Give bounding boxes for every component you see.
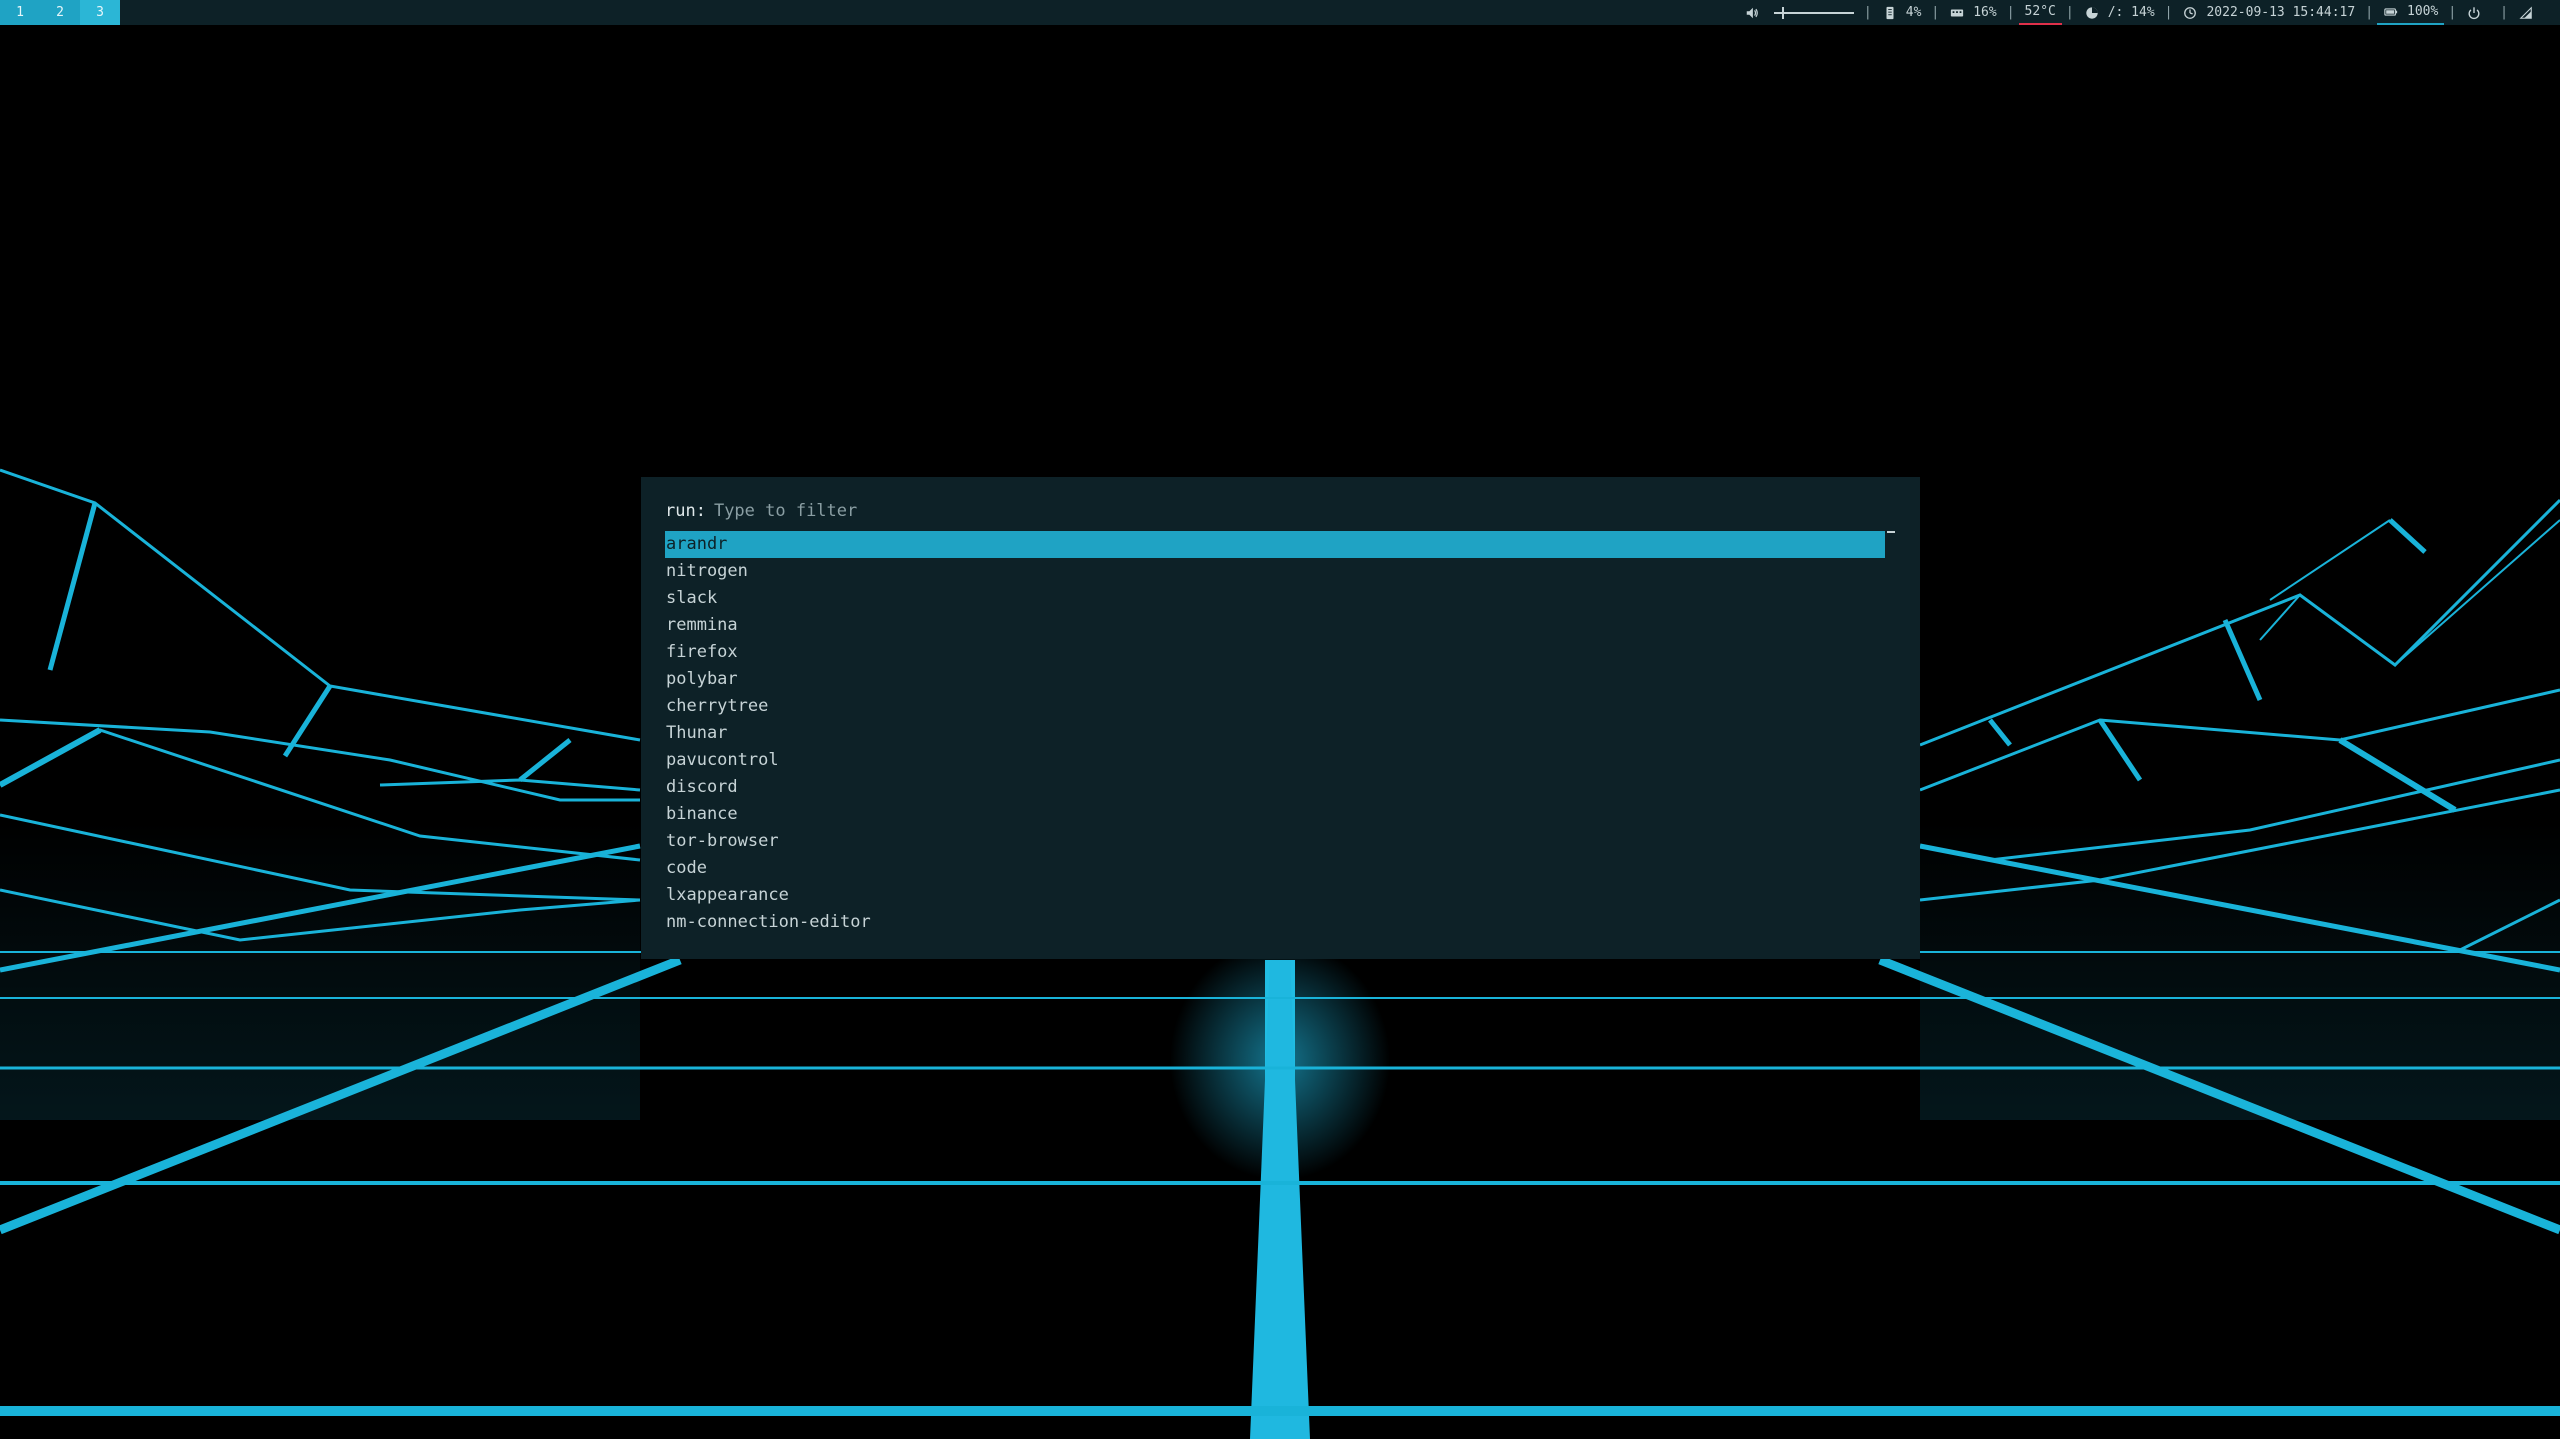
volume-slider[interactable] bbox=[1773, 6, 1854, 19]
list-item-slack[interactable]: slack bbox=[665, 585, 1885, 612]
separator: | bbox=[2500, 5, 2508, 20]
filter-input[interactable] bbox=[713, 501, 1896, 521]
list-item-arandr[interactable]: arandr bbox=[665, 531, 1885, 558]
list-item-nitrogen[interactable]: nitrogen bbox=[665, 558, 1885, 585]
list-item-lxappearance[interactable]: lxappearance bbox=[665, 882, 1885, 909]
cpu-icon bbox=[1949, 5, 1965, 21]
filesystem-value: /: 14% bbox=[2107, 5, 2155, 20]
list-item-code[interactable]: code bbox=[665, 855, 1885, 882]
signal-strength-icon bbox=[2518, 5, 2534, 21]
separator: | bbox=[2164, 5, 2173, 20]
memory-value: 4% bbox=[1905, 5, 1922, 20]
clock-icon bbox=[2182, 5, 2198, 21]
battery-module: 100% bbox=[2377, 0, 2445, 25]
run-launcher: run: arandr nitrogen slack remmina firef… bbox=[641, 477, 1920, 959]
disk-pie-icon bbox=[2084, 5, 2100, 21]
list-item-tor-browser[interactable]: tor-browser bbox=[665, 828, 1885, 855]
workspace-1-button[interactable]: 1 bbox=[0, 0, 40, 25]
battery-value: 100% bbox=[2407, 4, 2439, 19]
list-item-discord[interactable]: discord bbox=[665, 774, 1885, 801]
list-item-firefox[interactable]: firefox bbox=[665, 639, 1885, 666]
workspace-2-button[interactable]: 2 bbox=[40, 0, 80, 25]
list-item-thunar[interactable]: Thunar bbox=[665, 720, 1885, 747]
separator: | bbox=[2448, 5, 2457, 20]
memory-module: 4% bbox=[1876, 0, 1928, 25]
list-item-pavucontrol[interactable]: pavucontrol bbox=[665, 747, 1885, 774]
memory-icon bbox=[1882, 5, 1898, 21]
power-icon[interactable] bbox=[2466, 5, 2482, 21]
clock-module: 2022-09-13 15:44:17 bbox=[2176, 0, 2361, 25]
prompt-label: run: bbox=[665, 501, 706, 521]
volume-module[interactable] bbox=[1738, 0, 1860, 25]
temperature-value: 52°C bbox=[2024, 4, 2056, 19]
filesystem-module: /: 14% bbox=[2078, 0, 2161, 25]
battery-icon bbox=[2383, 4, 2399, 20]
workspace-3-button[interactable]: 3 bbox=[80, 0, 120, 25]
list-item-polybar[interactable]: polybar bbox=[665, 666, 1885, 693]
datetime-value: 2022-09-13 15:44:17 bbox=[2206, 5, 2356, 20]
separator: | bbox=[2006, 5, 2015, 20]
prompt-row: run: bbox=[665, 499, 1896, 523]
workspace-switcher: 1 2 3 bbox=[0, 0, 120, 25]
list-item-remmina[interactable]: remmina bbox=[665, 612, 1885, 639]
cpu-module: 16% bbox=[1943, 0, 2002, 25]
top-status-bar: 1 2 3 | 4% | 16% | 52°C | /: 14% | 2022-… bbox=[0, 0, 2560, 25]
separator: | bbox=[2065, 5, 2074, 20]
temperature-module: 52°C bbox=[2018, 0, 2062, 25]
separator: | bbox=[1863, 5, 1872, 20]
status-modules: | 4% | 16% | 52°C | /: 14% | 2022-09-13 … bbox=[1738, 0, 2548, 25]
list-item-cherrytree[interactable]: cherrytree bbox=[665, 693, 1885, 720]
volume-slider-knob[interactable] bbox=[1781, 6, 1784, 19]
separator: | bbox=[1931, 5, 1940, 20]
scrollbar[interactable] bbox=[1887, 531, 1895, 533]
entry-list: arandr nitrogen slack remmina firefox po… bbox=[665, 531, 1885, 936]
list-item-nm-connection-editor[interactable]: nm-connection-editor bbox=[665, 909, 1885, 936]
list-item-binance[interactable]: binance bbox=[665, 801, 1885, 828]
separator: | bbox=[2365, 5, 2374, 20]
cpu-value: 16% bbox=[1973, 5, 1997, 20]
speaker-icon bbox=[1744, 5, 1760, 21]
network-module bbox=[2512, 0, 2548, 25]
power-module[interactable] bbox=[2460, 0, 2496, 25]
